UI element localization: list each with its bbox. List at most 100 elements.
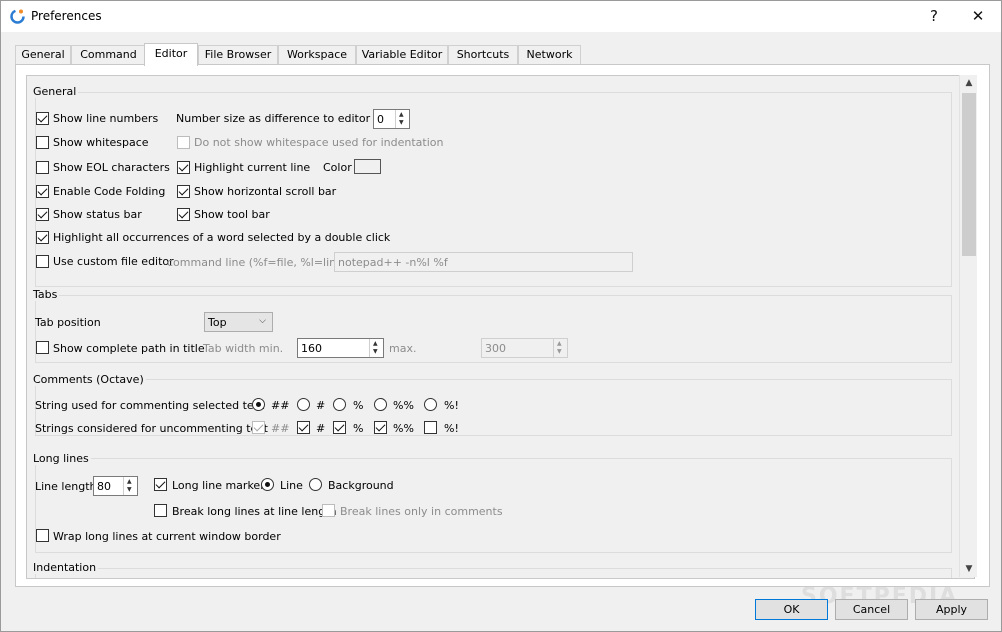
comment-radio-percent-bang-label: %! xyxy=(444,399,459,412)
general-group-title: General xyxy=(33,85,79,98)
uncomment-check-hash[interactable] xyxy=(297,421,310,434)
no-whitespace-indent-checkbox[interactable] xyxy=(177,136,190,149)
complete-path-checkbox[interactable] xyxy=(36,341,49,354)
comment-radio-percent[interactable] xyxy=(333,398,346,411)
ok-button[interactable]: OK xyxy=(755,599,828,620)
tab-position-label: Tab position xyxy=(35,316,101,329)
show-whitespace-label: Show whitespace xyxy=(53,136,149,149)
tab-file-browser[interactable]: File Browser xyxy=(198,45,278,65)
apply-button[interactable]: Apply xyxy=(915,599,988,620)
tab-command[interactable]: Command xyxy=(71,45,146,65)
show-line-numbers-checkbox[interactable] xyxy=(36,112,49,125)
show-whitespace-checkbox[interactable] xyxy=(36,136,49,149)
spin-up-icon[interactable]: ▲ xyxy=(373,341,378,347)
comment-radio-hash-label: # xyxy=(316,399,326,412)
tab-shortcuts[interactable]: Shortcuts xyxy=(448,45,518,65)
spin-up-icon[interactable]: ▲ xyxy=(127,479,132,485)
tool-bar-checkbox[interactable] xyxy=(177,208,190,221)
long-line-marker-label: Long line marker xyxy=(172,479,265,492)
break-comments-checkbox[interactable] xyxy=(322,504,335,517)
horizontal-scroll-checkbox[interactable] xyxy=(177,185,190,198)
uncomment-check-hash2[interactable] xyxy=(252,421,265,434)
show-eol-checkbox[interactable] xyxy=(36,161,49,174)
break-long-lines-checkbox[interactable] xyxy=(154,504,167,517)
status-bar-label: Show status bar xyxy=(53,208,142,221)
wrap-long-lines-checkbox[interactable] xyxy=(36,529,49,542)
custom-editor-label: Use custom file editor xyxy=(53,255,174,268)
custom-editor-checkbox[interactable] xyxy=(36,255,49,268)
comment-radio-percent2[interactable] xyxy=(374,398,387,411)
spin-up-icon[interactable]: ▲ xyxy=(399,112,404,118)
indentation-group xyxy=(35,568,952,578)
break-comments-label: Break lines only in comments xyxy=(340,505,503,518)
show-eol-label: Show EOL characters xyxy=(53,161,170,174)
tab-position-value: Top xyxy=(208,316,227,329)
highlight-line-label: Highlight current line xyxy=(194,161,311,174)
spin-down-icon[interactable]: ▼ xyxy=(373,349,378,355)
help-button[interactable]: ? xyxy=(911,1,957,32)
spin-down-icon[interactable]: ▼ xyxy=(127,487,132,493)
line-length-value: 80 xyxy=(97,480,111,493)
marker-background-label: Background xyxy=(328,479,394,492)
color-label: Color xyxy=(323,161,352,174)
comment-radio-hash2[interactable] xyxy=(252,398,265,411)
scroll-area: General Show line numbers Number size as… xyxy=(26,75,975,579)
number-size-label: Number size as difference to editor font xyxy=(176,112,396,125)
tabs-group-title: Tabs xyxy=(33,288,60,301)
spin-down-icon[interactable]: ▼ xyxy=(557,349,562,355)
tab-width-min-value: 160 xyxy=(301,342,322,355)
vertical-scrollbar[interactable]: ▲ ▼ xyxy=(959,75,977,577)
window-title: Preferences xyxy=(31,9,102,23)
tab-variable-editor[interactable]: Variable Editor xyxy=(356,45,448,65)
scroll-down-icon[interactable]: ▼ xyxy=(960,561,978,577)
scroll-up-icon[interactable]: ▲ xyxy=(960,75,978,91)
uncomment-check-percent-bang[interactable] xyxy=(424,421,437,434)
line-length-spinbox[interactable]: 80 ▲ ▼ xyxy=(93,476,138,496)
uncommenting-label: Strings considered for uncommenting text xyxy=(35,422,268,435)
close-button[interactable]: ✕ xyxy=(955,1,1001,32)
tab-general[interactable]: General xyxy=(15,45,71,65)
code-folding-checkbox[interactable] xyxy=(36,185,49,198)
tab-width-max-value: 300 xyxy=(485,342,506,355)
editor-panel: General Show line numbers Number size as… xyxy=(15,64,990,587)
marker-background-radio[interactable] xyxy=(309,478,322,491)
tab-network[interactable]: Network xyxy=(518,45,581,65)
indentation-group-title: Indentation xyxy=(33,561,99,574)
comment-radio-percent-label: % xyxy=(353,399,364,412)
status-bar-checkbox[interactable] xyxy=(36,208,49,221)
break-long-lines-label: Break long lines at line length xyxy=(172,505,337,518)
highlight-occurrences-checkbox[interactable] xyxy=(36,231,49,244)
line-length-label: Line length xyxy=(35,480,97,493)
preferences-window: Preferences ? ✕ General Command Editor F… xyxy=(0,0,1002,632)
chevron-down-icon: ⌵ xyxy=(259,316,266,326)
tool-bar-label: Show tool bar xyxy=(194,208,270,221)
marker-line-label: Line xyxy=(280,479,303,492)
highlight-color-button[interactable] xyxy=(354,159,381,174)
long-line-marker-checkbox[interactable] xyxy=(154,478,167,491)
tab-width-min-spinbox[interactable]: 160 ▲ ▼ xyxy=(297,338,384,358)
scrollbar-thumb[interactable] xyxy=(962,93,976,256)
tab-position-select[interactable]: Top ⌵ xyxy=(204,312,273,332)
uncomment-check-percent[interactable] xyxy=(333,421,346,434)
no-whitespace-indent-label: Do not show whitespace used for indentat… xyxy=(194,136,444,149)
tab-workspace[interactable]: Workspace xyxy=(278,45,356,65)
comment-radio-percent-bang[interactable] xyxy=(424,398,437,411)
number-size-spinbox[interactable]: 0 ▲ ▼ xyxy=(373,109,410,129)
tab-width-min-label: Tab width min. xyxy=(203,342,284,355)
spin-down-icon[interactable]: ▼ xyxy=(399,120,404,126)
marker-line-radio[interactable] xyxy=(261,478,274,491)
command-line-label: command line (%f=file, %l=line): xyxy=(167,256,351,269)
long-lines-group-title: Long lines xyxy=(33,452,91,465)
horizontal-scroll-label: Show horizontal scroll bar xyxy=(194,185,337,198)
highlight-line-checkbox[interactable] xyxy=(177,161,190,174)
cancel-button[interactable]: Cancel xyxy=(835,599,908,620)
code-folding-label: Enable Code Folding xyxy=(53,185,166,198)
spin-up-icon[interactable]: ▲ xyxy=(557,341,562,347)
title-bar: Preferences ? ✕ xyxy=(1,1,1001,32)
uncomment-check-percent2[interactable] xyxy=(374,421,387,434)
comment-radio-hash[interactable] xyxy=(297,398,310,411)
uncomment-check-percent2-label: %% xyxy=(393,422,414,435)
tab-editor[interactable]: Editor xyxy=(144,43,198,66)
tab-width-max-spinbox[interactable]: 300 ▲ ▼ xyxy=(481,338,568,358)
command-line-input[interactable]: notepad++ -n%l %f xyxy=(334,252,633,272)
